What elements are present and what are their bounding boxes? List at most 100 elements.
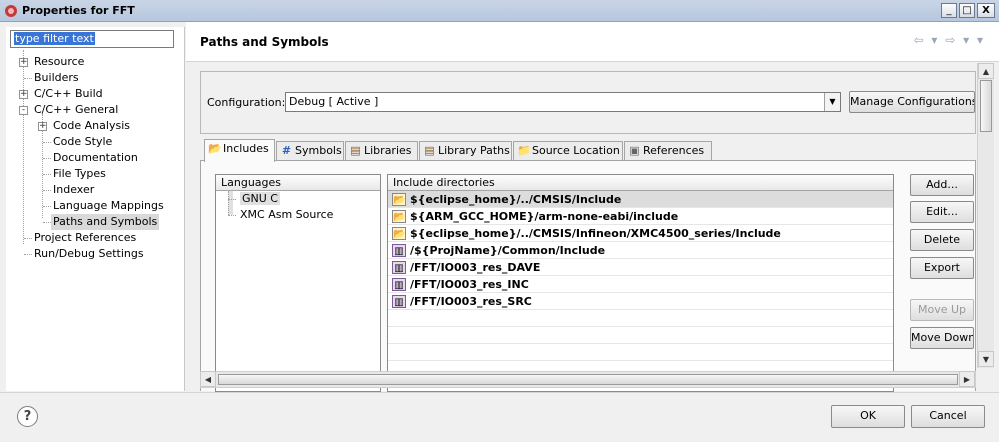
scroll-left-icon[interactable]: ◀ — [200, 371, 216, 387]
tab-symbols[interactable]: # Symbols — [276, 141, 344, 161]
dialog-footer: ? OK Cancel — [0, 392, 999, 442]
export-button[interactable]: Export — [910, 257, 974, 279]
include-path: /FFT/IO003_res_DAVE — [410, 261, 541, 274]
tree-item-file-types[interactable]: File Types — [6, 166, 185, 182]
page-header: Paths and Symbols ⇦ ▾ ⇨ ▾ ▾ — [186, 22, 999, 62]
move-up-button[interactable]: Move Up — [910, 299, 974, 321]
tree-item-cpp-general[interactable]: - C/C++ General — [6, 102, 185, 118]
list-item[interactable]: ▥ /${ProjName}/Common/Include — [388, 242, 893, 259]
ok-button[interactable]: OK — [831, 405, 905, 428]
configuration-group: Configuration: Debug [ Active ] ▼ Manage… — [200, 71, 976, 134]
tree-item-label: C/C++ General — [34, 103, 119, 116]
folder-icon: 📂 — [392, 193, 406, 206]
tree-item-label: Resource — [34, 55, 85, 68]
tree-item-builders[interactable]: Builders — [6, 70, 185, 86]
empty-row — [388, 344, 893, 361]
collapse-icon[interactable]: - — [19, 106, 28, 115]
configuration-label: Configuration: — [207, 96, 286, 109]
folder-icon: 📂 — [392, 227, 406, 240]
references-icon: ▣ — [629, 144, 640, 157]
list-item[interactable]: 📂 ${eclipse_home}/../CMSIS/Include — [388, 191, 893, 208]
list-item[interactable]: ▥ /FFT/IO003_res_SRC — [388, 293, 893, 310]
minimize-button[interactable]: _ — [941, 3, 957, 18]
page-title: Paths and Symbols — [200, 35, 329, 49]
tree-item-project-references[interactable]: Project References — [6, 230, 185, 246]
workspace-folder-icon: ▥ — [392, 244, 406, 257]
expand-icon[interactable]: + — [38, 122, 47, 131]
horizontal-scrollbar[interactable]: ◀ ▶ — [200, 371, 976, 388]
tree-guide-line — [43, 142, 51, 143]
language-item-gnu-c[interactable]: GNU C — [216, 191, 380, 215]
tree-guide-line — [228, 215, 236, 216]
tab-source-location[interactable]: 📁 Source Location — [513, 141, 623, 161]
tab-label: Includes — [223, 142, 269, 155]
navigation-arrows[interactable]: ⇦ ▾ ⇨ ▾ ▾ — [914, 33, 985, 47]
include-directories-list[interactable]: Include directories 📂 ${eclipse_home}/..… — [387, 174, 894, 392]
empty-row — [388, 310, 893, 327]
vertical-scrollbar[interactable]: ▲ ▼ — [977, 63, 994, 368]
tree-item-label: Builders — [34, 71, 79, 84]
tree-item-documentation[interactable]: Documentation — [6, 150, 185, 166]
cancel-button[interactable]: Cancel — [911, 405, 985, 428]
edit-button[interactable]: Edit... — [910, 201, 974, 223]
tree-item-resource[interactable]: + Resource — [6, 54, 185, 70]
tab-libraries[interactable]: ▤ Libraries — [345, 141, 418, 161]
scroll-right-icon[interactable]: ▶ — [959, 371, 975, 387]
tab-includes[interactable]: 📂 Includes — [204, 139, 275, 162]
include-path: ${eclipse_home}/../CMSIS/Include — [410, 193, 622, 206]
tree-item-label: Run/Debug Settings — [34, 247, 144, 260]
tree-item-cpp-build[interactable]: + C/C++ Build — [6, 86, 185, 102]
window-title: Properties for FFT — [22, 4, 135, 17]
expand-icon[interactable]: + — [19, 90, 28, 99]
include-path: /FFT/IO003_res_SRC — [410, 295, 532, 308]
tree-item-language-mappings[interactable]: Language Mappings — [6, 198, 185, 214]
tree-item-code-analysis[interactable]: + Code Analysis — [6, 118, 185, 134]
tab-references[interactable]: ▣ References — [624, 141, 712, 161]
maximize-button[interactable]: □ — [959, 3, 975, 18]
list-item[interactable]: ▥ /FFT/IO003_res_INC — [388, 276, 893, 293]
manage-configurations-button[interactable]: Manage Configurations... — [849, 91, 975, 113]
list-item[interactable]: 📂 ${eclipse_home}/../CMSIS/Infineon/XMC4… — [388, 225, 893, 242]
list-item[interactable]: ▥ /FFT/IO003_res_DAVE — [388, 259, 893, 276]
scrollbar-thumb[interactable] — [218, 374, 958, 385]
include-path: /FFT/IO003_res_INC — [410, 278, 529, 291]
tree-item-indexer[interactable]: Indexer — [6, 182, 185, 198]
tree-item-label: File Types — [53, 167, 106, 180]
libraries-icon: ▤ — [350, 144, 361, 157]
chevron-down-icon[interactable]: ▼ — [824, 93, 840, 111]
tab-library-paths[interactable]: ▤ Library Paths — [419, 141, 512, 161]
tab-label: Symbols — [295, 144, 342, 157]
property-tree: + Resource Builders + C/C++ Build - C/C+… — [6, 50, 185, 262]
include-path: ${ARM_GCC_HOME}/arm-none-eabi/include — [410, 210, 679, 223]
tree-guide-line — [43, 222, 51, 223]
tab-label: References — [643, 144, 705, 157]
close-button[interactable]: X — [977, 3, 995, 18]
expand-icon[interactable]: + — [19, 58, 28, 67]
tree-guide-line — [43, 174, 51, 175]
help-icon[interactable]: ? — [17, 406, 38, 427]
move-down-button[interactable]: Move Down — [910, 327, 974, 349]
scrollbar-thumb[interactable] — [980, 80, 992, 132]
filter-input[interactable]: type filter text — [10, 30, 174, 48]
tree-item-run-debug-settings[interactable]: Run/Debug Settings — [6, 246, 185, 262]
tree-item-code-style[interactable]: Code Style — [6, 134, 185, 150]
tree-item-paths-and-symbols[interactable]: Paths and Symbols — [6, 214, 185, 230]
tree-item-label: Language Mappings — [53, 199, 164, 212]
scroll-down-icon[interactable]: ▼ — [978, 351, 994, 367]
workspace-folder-icon: ▥ — [392, 278, 406, 291]
symbols-icon: # — [281, 144, 292, 157]
languages-list[interactable]: Languages GNU C XMC Asm Source — [215, 174, 381, 392]
list-item[interactable]: 📂 ${ARM_GCC_HOME}/arm-none-eabi/include — [388, 208, 893, 225]
include-directories-header: Include directories — [388, 175, 893, 191]
app-icon — [5, 5, 17, 17]
tree-guide-line — [24, 238, 32, 239]
language-label: GNU C — [240, 192, 280, 205]
tree-guide-line — [24, 254, 32, 255]
add-button[interactable]: Add... — [910, 174, 974, 196]
tab-label: Source Location — [532, 144, 620, 157]
delete-button[interactable]: Delete — [910, 229, 974, 251]
configuration-select[interactable]: Debug [ Active ] ▼ — [285, 92, 841, 112]
scroll-up-icon[interactable]: ▲ — [978, 63, 994, 79]
include-path: /${ProjName}/Common/Include — [410, 244, 606, 257]
language-item-xmc-asm-source[interactable]: XMC Asm Source — [216, 207, 380, 223]
